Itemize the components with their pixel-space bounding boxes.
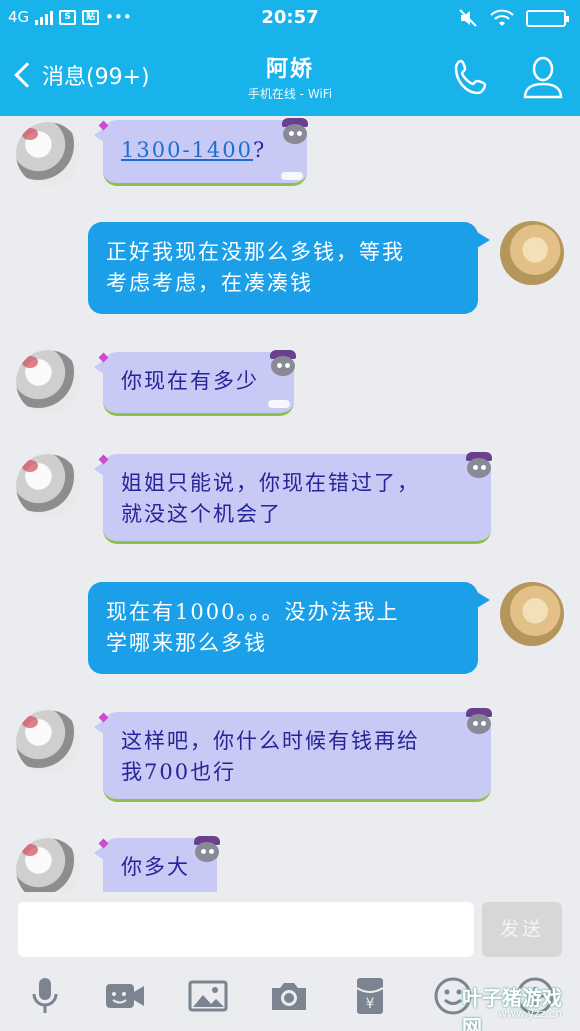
wolf-sticker-icon — [280, 116, 310, 146]
message-input[interactable] — [18, 902, 474, 957]
watermark-url: www.yzz.cn — [498, 1007, 563, 1020]
wolf-sticker-icon — [464, 706, 494, 736]
message-link[interactable]: 1300-1400 — [121, 138, 253, 162]
incoming-message-bubble[interactable]: 这样吧，你什么时候有钱再给 我700也行 — [94, 712, 491, 802]
status-right — [458, 8, 569, 28]
bubble-decoration — [281, 172, 303, 180]
outgoing-message-bubble[interactable]: 正好我现在没那么多钱，等我 考虑考虑，在凑凑钱 — [88, 222, 490, 314]
video-icon[interactable] — [104, 976, 146, 1016]
composer: 发送 ¥ 叶子猪游戏网 www.yzz.cn — [0, 892, 580, 1031]
status-bar: 4G S 贴 ••• 20:57 — [0, 0, 580, 37]
outgoing-message-bubble[interactable]: 现在有1000。。。没办法我上 学哪来那么多钱 — [88, 582, 490, 674]
send-button[interactable]: 发送 — [482, 902, 562, 957]
message-line: 学哪来那么多钱 — [106, 631, 267, 655]
message-line: 就没这个机会了 — [121, 502, 282, 526]
wifi-icon — [490, 9, 514, 26]
my-avatar[interactable] — [500, 221, 564, 285]
contact-avatar[interactable] — [16, 454, 80, 518]
message-line: 考虑考虑，在凑凑钱 — [106, 271, 313, 295]
message-line: 你现在有多少 — [121, 369, 259, 393]
microphone-icon[interactable] — [24, 976, 66, 1016]
wolf-sticker-icon — [464, 450, 494, 480]
image-icon[interactable] — [187, 976, 229, 1016]
chat-header: 消息(99+) 阿娇 手机在线 - WiFi — [0, 37, 580, 116]
mute-icon — [459, 9, 477, 27]
message-line: 姐姐只能说，你现在错过了， — [121, 471, 420, 495]
contact-status: 手机在线 - WiFi — [247, 87, 333, 101]
message-line: 我700也行 — [121, 760, 237, 784]
incoming-message-bubble[interactable]: 1300-1400? — [94, 120, 307, 186]
battery-icon — [526, 9, 569, 27]
red-packet-icon[interactable]: ¥ — [349, 976, 391, 1016]
svg-text:¥: ¥ — [366, 996, 375, 1012]
bubble-decoration — [268, 400, 290, 408]
contact-profile-icon[interactable] — [522, 55, 564, 99]
contact-avatar[interactable] — [16, 350, 80, 414]
wolf-sticker-icon — [268, 348, 298, 378]
message-line: 现在有1000。。。没办法我上 — [106, 600, 400, 624]
message-text: ? — [252, 138, 267, 162]
incoming-message-bubble[interactable]: 你现在有多少 — [94, 352, 294, 416]
message-line: 你多大 — [121, 855, 190, 879]
phone-call-icon[interactable] — [452, 57, 492, 97]
contact-avatar[interactable] — [16, 122, 80, 186]
my-avatar[interactable] — [500, 582, 564, 646]
camera-icon[interactable] — [268, 976, 310, 1016]
contact-avatar[interactable] — [16, 838, 80, 892]
message-line: 正好我现在没那么多钱，等我 — [106, 240, 405, 264]
message-line: 这样吧，你什么时候有钱再给 — [121, 729, 420, 753]
contact-avatar[interactable] — [16, 710, 80, 774]
wolf-sticker-icon — [192, 834, 222, 864]
contact-info[interactable]: 阿娇 手机在线 - WiFi — [0, 51, 580, 102]
message-list[interactable]: 1300-1400? 正好我现在没那么多钱，等我 考虑考虑，在凑凑钱 你现在有多… — [0, 116, 580, 892]
incoming-message-bubble[interactable]: 姐姐只能说，你现在错过了， 就没这个机会了 — [94, 454, 491, 544]
contact-name: 阿娇 — [265, 57, 314, 82]
